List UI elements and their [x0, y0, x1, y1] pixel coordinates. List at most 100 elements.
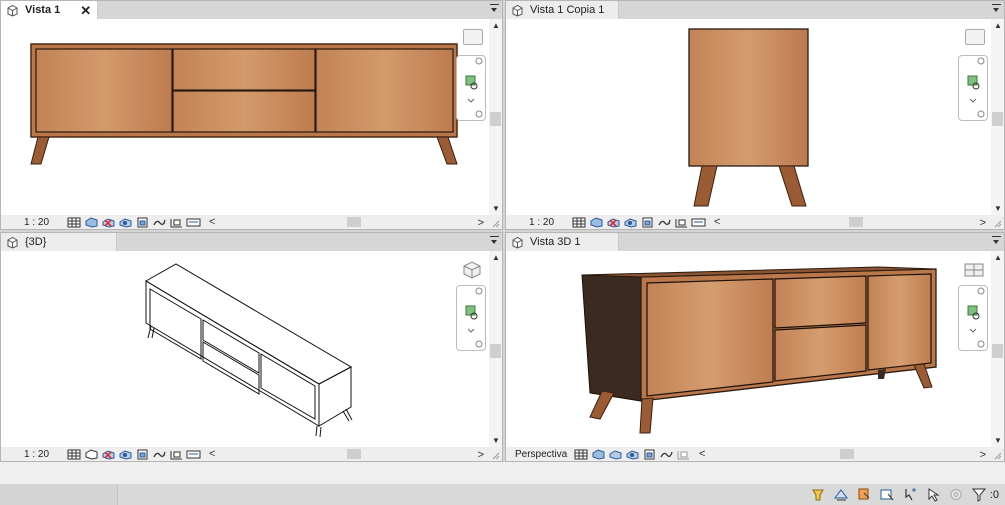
filter-icon[interactable] [971, 487, 987, 502]
vertical-scrollbar[interactable]: ▲ ▼ [489, 251, 502, 447]
scroll-down-icon[interactable]: ▼ [994, 436, 1002, 445]
hide-isolate-icon[interactable] [169, 449, 184, 460]
navigation-bar[interactable] [456, 55, 486, 121]
view-pane-vista-1[interactable]: Vista 1 ✕ ▲ ▼ 1: 20 < > [0, 0, 503, 230]
scroll-right-icon[interactable]: > [980, 449, 986, 461]
select-underlay-icon[interactable] [879, 487, 895, 502]
view-scale[interactable]: 1 : 20 [1, 217, 67, 228]
scroll-left-icon[interactable]: < [209, 448, 215, 460]
shadows-icon[interactable] [623, 217, 638, 228]
scroll-up-icon[interactable]: ▲ [994, 253, 1002, 262]
close-tab-icon[interactable]: ✕ [80, 4, 91, 17]
sun-path-icon[interactable] [101, 217, 116, 228]
view-scale[interactable]: 1 : 20 [1, 449, 67, 460]
hide-isolate-icon[interactable] [676, 449, 691, 460]
view-pane-vista-3d-1[interactable]: Vista 3D 1 ▲ ▼ Perspectiva < > [505, 232, 1005, 462]
zoom-icon[interactable] [457, 286, 485, 350]
drawing-canvas[interactable] [506, 251, 1004, 447]
navigation-bar[interactable] [958, 285, 988, 351]
viewcube-icon[interactable] [461, 259, 483, 281]
visual-style-icon[interactable] [84, 216, 99, 228]
design-options-icon[interactable] [833, 487, 849, 502]
hide-isolate-icon[interactable] [169, 217, 184, 228]
background-processes-icon[interactable] [948, 487, 964, 502]
tab-vista-1[interactable]: Vista 1 ✕ [1, 1, 99, 19]
viewcube-icon[interactable] [463, 29, 483, 45]
scroll-left-icon[interactable]: < [209, 216, 215, 228]
reveal-hidden-icon[interactable] [186, 449, 201, 460]
scroll-up-icon[interactable]: ▲ [492, 253, 500, 262]
select-links-icon[interactable] [856, 487, 872, 502]
vertical-scrollbar[interactable]: ▲ ▼ [991, 19, 1004, 215]
view-pane-vista-1-copia-1[interactable]: Vista 1 Copia 1 ▲ ▼ 1: 20 < > [505, 0, 1005, 230]
horizontal-scroll-thumb[interactable] [347, 217, 361, 227]
visual-style-icon[interactable] [84, 448, 99, 460]
hide-isolate-icon[interactable] [674, 217, 689, 228]
drawing-canvas[interactable] [1, 19, 502, 215]
show-crop-icon[interactable] [657, 217, 672, 228]
crop-view-icon[interactable] [642, 449, 657, 460]
resize-grip-icon[interactable] [993, 219, 1002, 228]
scroll-down-icon[interactable]: ▼ [492, 204, 500, 213]
sun-path-icon[interactable] [101, 449, 116, 460]
pane-menu-icon[interactable] [490, 4, 499, 14]
scroll-down-icon[interactable]: ▼ [492, 436, 500, 445]
resize-grip-icon[interactable] [491, 451, 500, 460]
scroll-thumb[interactable] [992, 112, 1003, 126]
scroll-down-icon[interactable]: ▼ [994, 204, 1002, 213]
detail-level-icon[interactable] [572, 217, 587, 228]
viewcube-icon[interactable] [963, 259, 985, 281]
scroll-up-icon[interactable]: ▲ [994, 21, 1002, 30]
detail-level-icon[interactable] [67, 449, 82, 460]
view-scale[interactable]: Perspectiva [506, 449, 574, 460]
crop-view-icon[interactable] [135, 217, 150, 228]
viewcube-icon[interactable] [965, 29, 985, 45]
resize-grip-icon[interactable] [993, 451, 1002, 460]
scroll-left-icon[interactable]: < [714, 216, 720, 228]
view-pane-3d[interactable]: {3D} ▲ ▼ 1: 20 < > [0, 232, 503, 462]
vertical-scrollbar[interactable]: ▲ ▼ [991, 251, 1004, 447]
shadows-icon[interactable] [118, 217, 133, 228]
shadows-icon[interactable] [118, 449, 133, 460]
show-crop-icon[interactable] [152, 217, 167, 228]
navigation-bar[interactable] [958, 55, 988, 121]
drawing-canvas[interactable] [506, 19, 1004, 215]
scroll-thumb[interactable] [490, 112, 501, 126]
render-icon[interactable] [625, 449, 640, 460]
scroll-up-icon[interactable]: ▲ [492, 21, 500, 30]
zoom-icon[interactable] [457, 56, 485, 120]
navigation-bar[interactable] [456, 285, 486, 351]
pane-menu-icon[interactable] [992, 4, 1001, 14]
detail-level-icon[interactable] [67, 217, 82, 228]
show-crop-icon[interactable] [659, 449, 674, 460]
drawing-canvas[interactable] [1, 251, 502, 447]
vertical-scrollbar[interactable]: ▲ ▼ [489, 19, 502, 215]
crop-view-icon[interactable] [135, 449, 150, 460]
pane-menu-icon[interactable] [992, 236, 1001, 246]
worksets-icon[interactable] [810, 487, 826, 502]
tab-vista-1-copia-1[interactable]: Vista 1 Copia 1 [506, 1, 619, 19]
horizontal-scroll-thumb[interactable] [347, 449, 361, 459]
scroll-right-icon[interactable]: > [478, 449, 484, 461]
sun-path-icon[interactable] [591, 448, 606, 460]
reveal-hidden-icon[interactable] [186, 217, 201, 228]
crop-view-icon[interactable] [640, 217, 655, 228]
zoom-icon[interactable] [959, 286, 987, 350]
tab-vista-3d-1[interactable]: Vista 3D 1 [506, 233, 619, 251]
scroll-left-icon[interactable]: < [699, 448, 705, 460]
sun-path-icon[interactable] [606, 217, 621, 228]
view-scale[interactable]: 1 : 20 [506, 217, 572, 228]
select-pinned-icon[interactable] [902, 487, 918, 502]
scroll-thumb[interactable] [992, 344, 1003, 358]
shadows-icon[interactable] [608, 449, 623, 460]
pane-menu-icon[interactable] [490, 236, 499, 246]
zoom-icon[interactable] [959, 56, 987, 120]
tab-3d[interactable]: {3D} [1, 233, 117, 251]
resize-grip-icon[interactable] [491, 219, 500, 228]
visual-style-icon[interactable] [574, 449, 589, 460]
visual-style-icon[interactable] [589, 216, 604, 228]
scroll-thumb[interactable] [490, 344, 501, 358]
select-by-face-icon[interactable] [925, 487, 941, 502]
scroll-right-icon[interactable]: > [478, 217, 484, 229]
horizontal-scroll-thumb[interactable] [840, 449, 854, 459]
